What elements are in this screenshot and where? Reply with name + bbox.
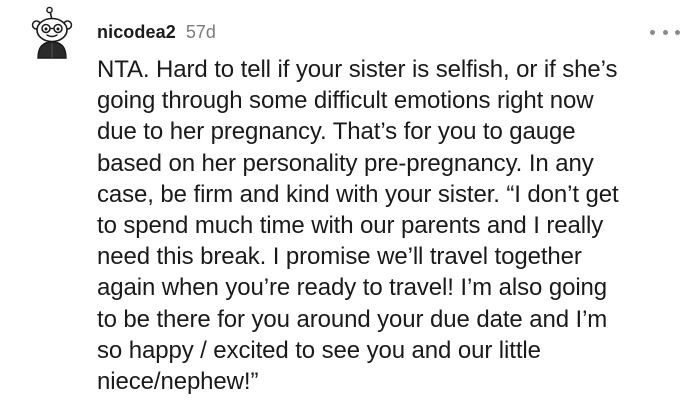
more-options-icon <box>662 29 668 35</box>
comment-body: NTA. Hard to tell if your sister is self… <box>97 54 687 397</box>
author-username[interactable]: nicodea2 <box>97 22 176 43</box>
comment-body-line: to be there for you around your due date… <box>97 305 608 333</box>
comment-body-line: based on her personality pre-pregnancy. … <box>97 149 594 177</box>
comment-header: nicodea2 57d <box>97 19 216 45</box>
more-options-button[interactable] <box>650 26 680 38</box>
comment-body-line: so happy / excited to see you and our li… <box>97 336 541 364</box>
comment-body-line: going through some difficult emotions ri… <box>97 87 594 115</box>
comment-body-line: case, be firm and kind with your sister.… <box>97 180 619 208</box>
comment-age: 57d <box>185 21 216 42</box>
more-options-icon <box>650 29 655 35</box>
comment-body-line: need this break. I promise we’ll travel … <box>97 243 582 271</box>
comment-card: nicodea2 57d NTA. Hard to tell if your s… <box>0 0 700 401</box>
comment-body-line: niece/nephew!” <box>97 368 259 396</box>
comment-body-line: again when you’re ready to travel! I’m a… <box>97 274 608 302</box>
comment-body-line: NTA. Hard to tell if your sister is self… <box>97 56 618 83</box>
comment-body-line: due to her pregnancy. That’s for you to … <box>97 118 576 146</box>
avatar[interactable] <box>26 6 78 60</box>
comment-body-line: to spend much time with our parents and … <box>97 212 604 240</box>
snoo-avatar-icon <box>31 6 73 59</box>
more-options-icon <box>675 29 680 35</box>
